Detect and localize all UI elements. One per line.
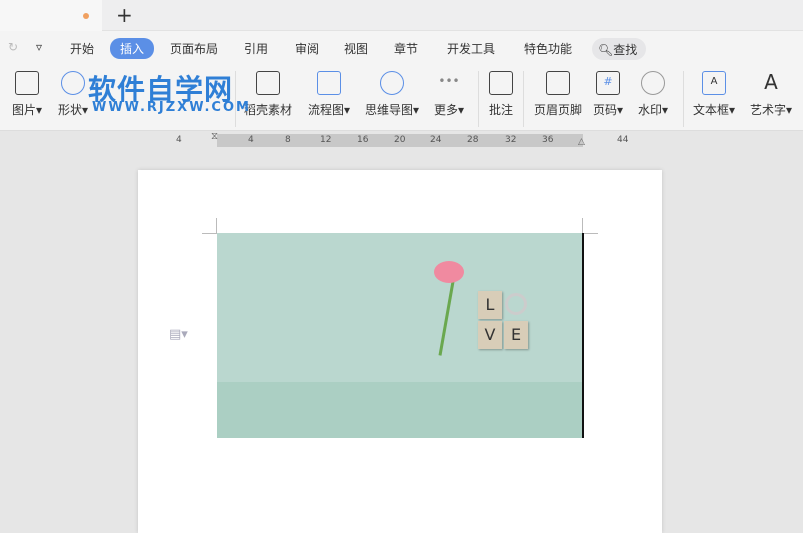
watermark-icon [641, 71, 666, 95]
mindmap-label: 思维导图 [365, 103, 414, 117]
picture-button[interactable]: 图片▾ [12, 71, 42, 118]
textbox-button[interactable]: A 文本框▾ [693, 71, 735, 118]
menu-view[interactable]: 视图 [344, 40, 368, 57]
letter-tile: L [478, 291, 502, 319]
comment-label: 批注 [489, 103, 514, 117]
indent-marker[interactable]: ⧖ [211, 131, 218, 142]
watermark-label: 水印 [638, 103, 663, 117]
ruler-tick: 4 [248, 135, 254, 145]
menu-references[interactable]: 引用 [244, 40, 268, 57]
comment-button[interactable]: 批注 [489, 71, 513, 118]
divider [683, 71, 684, 127]
watermark-button[interactable]: 水印▾ [638, 71, 668, 118]
wordart-label: 艺术字 [750, 103, 787, 117]
flower-stem [438, 281, 455, 356]
search-label: 查找 [613, 43, 638, 57]
shape-icon [61, 71, 86, 95]
site-watermark-url: WWW.RJZXW.COM [92, 100, 251, 115]
margin-mark [583, 233, 598, 234]
header-footer-button[interactable]: 页眉页脚 [534, 71, 582, 118]
menu-developer[interactable]: 开发工具 [447, 40, 495, 57]
shape-label: 形状 [58, 103, 83, 117]
header-footer-icon [546, 71, 570, 95]
menu-insert[interactable]: 插入 [110, 38, 155, 59]
more-icon: ••• [438, 74, 460, 88]
header-footer-label: 页眉页脚 [534, 103, 583, 117]
more-label: 更多 [434, 103, 459, 117]
divider [235, 71, 236, 127]
menu-features[interactable]: 特色功能 [524, 40, 572, 57]
page-number-button[interactable]: # 页码▾ [593, 71, 623, 118]
ruler-tick: 36 [542, 135, 554, 145]
letter-tile: E [504, 321, 528, 349]
redo-icon[interactable]: ↻ [8, 40, 18, 54]
flowchart-button[interactable]: 流程图▾ [308, 71, 350, 118]
menu-start[interactable]: 开始 [70, 40, 94, 57]
menu-bar: ↻ ▿ 开始 插入 页面布局 引用 审阅 视图 章节 开发工具 特色功能 🔍︎查… [0, 31, 803, 67]
ruler-tick: 4 [176, 135, 182, 145]
wordart-button[interactable]: A 艺术字▾ [750, 71, 792, 118]
quick-access-dropdown-icon[interactable]: ▿ [36, 40, 42, 54]
ruler-tick: 44 [617, 135, 629, 145]
more-button[interactable]: ••• 更多▾ [434, 71, 464, 118]
shape-button[interactable]: 形状▾ [58, 71, 88, 118]
mindmap-icon [380, 71, 405, 95]
right-indent-marker[interactable]: △ [578, 137, 585, 147]
search-button[interactable]: 🔍︎查找 [592, 38, 646, 60]
ruler-tick: 8 [285, 135, 291, 145]
docer-material-button[interactable]: 稻壳素材 [244, 71, 292, 118]
comment-icon [489, 71, 513, 95]
tab-bar: + [0, 0, 803, 31]
image-edge [582, 233, 584, 438]
store-icon [256, 71, 280, 95]
margin-mark [202, 233, 217, 234]
divider [478, 71, 479, 127]
wordart-icon: A [764, 70, 778, 94]
inserted-image[interactable]: L V E [217, 233, 584, 438]
ruler-tick: 16 [357, 135, 369, 145]
ruler-tick: 24 [430, 135, 442, 145]
page-number-label: 页码 [593, 103, 618, 117]
image-bottom-band [217, 382, 583, 438]
textbox-icon: A [702, 71, 727, 95]
unsaved-dot [83, 13, 89, 19]
ruler-tick: 12 [320, 135, 332, 145]
textbox-label: 文本框 [693, 103, 730, 117]
letter-tile: V [478, 321, 502, 349]
page-number-icon: # [596, 71, 621, 95]
picture-label: 图片 [12, 103, 37, 117]
paragraph-layout-icon[interactable]: ▤▾ [169, 327, 188, 342]
divider [523, 71, 524, 127]
margin-mark [216, 218, 217, 233]
search-icon: 🔍︎ [598, 43, 614, 57]
document-tab[interactable] [0, 0, 102, 31]
menu-section[interactable]: 章节 [394, 40, 418, 57]
docer-label: 稻壳素材 [244, 103, 293, 117]
ruler-tick: 32 [505, 135, 517, 145]
mindmap-button[interactable]: 思维导图▾ [365, 71, 419, 118]
new-tab-button[interactable]: + [116, 3, 133, 27]
menu-review[interactable]: 审阅 [295, 40, 319, 57]
menu-page-layout[interactable]: 页面布局 [170, 40, 218, 57]
flowchart-icon [317, 71, 342, 95]
ruler-tick: 28 [467, 135, 479, 145]
margin-mark [582, 218, 583, 233]
flower-icon [434, 261, 464, 283]
ring-icon [505, 293, 527, 315]
ruler-tick: 20 [394, 135, 406, 145]
flowchart-label: 流程图 [308, 103, 345, 117]
picture-icon [15, 71, 40, 95]
